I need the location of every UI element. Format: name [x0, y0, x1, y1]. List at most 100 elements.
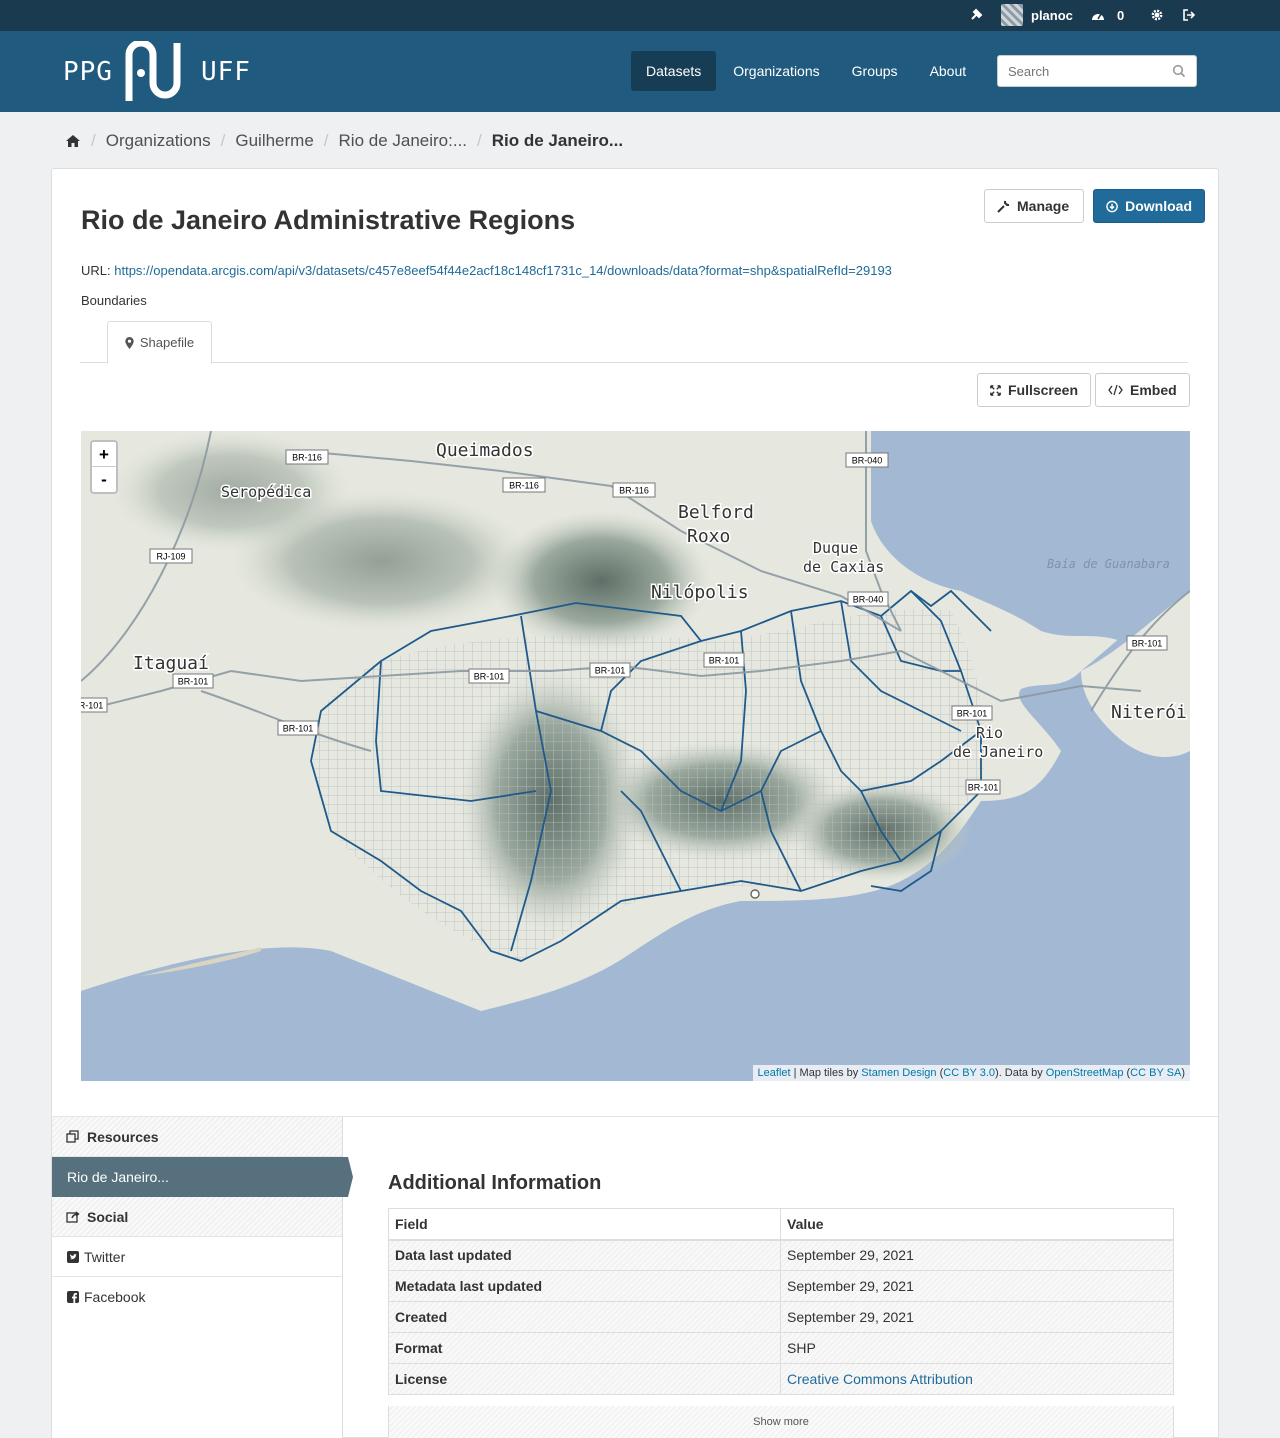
twitter-label: Twitter — [84, 1248, 126, 1265]
attribution-text: ). Data by — [995, 1067, 1046, 1079]
stamen-link[interactable]: Stamen Design — [861, 1067, 936, 1079]
view-tabs: Shapefile — [80, 321, 1188, 364]
breadcrumb-organizations[interactable]: Organizations — [106, 131, 211, 151]
share-icon — [66, 1211, 80, 1223]
label-rio: Rio — [976, 724, 1003, 742]
search-input[interactable] — [998, 56, 1158, 86]
settings-gear-icon[interactable] — [1150, 8, 1164, 22]
field-cell: Data last updated — [388, 1239, 781, 1271]
tab-shapefile[interactable]: Shapefile — [107, 321, 212, 364]
shield-br116-b: BR-116 — [502, 477, 546, 493]
breadcrumb-separator: / — [220, 131, 226, 150]
label-niteroi: Niterói — [1111, 702, 1187, 723]
download-circle-icon — [1106, 200, 1118, 212]
map-view[interactable]: BR-116 BR-116 BR-116 BR-040 RJ-109 BR-04… — [81, 431, 1190, 1081]
sidebar-item-resource[interactable]: Rio de Janeiro... — [52, 1157, 353, 1197]
tab-label: Shapefile — [139, 335, 195, 350]
shield-label: BR-101 — [957, 709, 988, 719]
leaflet-link[interactable]: Leaflet — [758, 1067, 791, 1079]
label-nilopolis: Nilópolis — [651, 582, 749, 603]
shield-label: BR-101 — [1132, 639, 1163, 649]
download-button[interactable]: Download — [1093, 189, 1205, 223]
breadcrumb-organization[interactable]: Guilherme — [235, 131, 313, 151]
shield-label: BR-116 — [619, 486, 649, 496]
shield-br101-b: BR-101 — [589, 662, 631, 678]
shield-label: BR-101 — [709, 656, 740, 666]
shield-label: RJ-109 — [156, 552, 185, 562]
sysadmin-hammer-icon[interactable] — [970, 8, 984, 22]
resource-sidebar: Resources Rio de Janeiro... Social Twitt… — [52, 1117, 353, 1438]
ccby-link[interactable]: CC BY 3.0 — [943, 1067, 995, 1079]
dashboard-count: 0 — [1117, 8, 1125, 23]
shield-br116-a: BR-116 — [285, 449, 329, 465]
user-link[interactable]: planoc — [1001, 4, 1073, 26]
expand-icon — [990, 384, 1001, 396]
label-seropedica: Seropédica — [221, 483, 311, 501]
nav-organizations[interactable]: Organizations — [718, 51, 834, 91]
field-cell: License — [388, 1363, 781, 1395]
username: planoc — [1031, 7, 1073, 23]
home-icon[interactable] — [65, 134, 81, 148]
fullscreen-label: Fullscreen — [1007, 382, 1078, 398]
label-duque: Duque — [813, 539, 858, 557]
nav-datasets[interactable]: Datasets — [631, 51, 717, 91]
map-canvas[interactable]: BR-116 BR-116 BR-116 BR-040 RJ-109 BR-04… — [81, 431, 1190, 1081]
attribution-text: | Map tiles by — [790, 1067, 862, 1079]
resource-url-link[interactable]: https://opendata.arcgis.com/api/v3/datas… — [114, 263, 892, 278]
search-icon[interactable] — [1172, 64, 1186, 78]
shield-br101-a: BR-101 — [1126, 635, 1168, 651]
field-cell: Created — [388, 1301, 781, 1333]
map-marker-icon — [125, 336, 134, 349]
table-header-row: Field Value — [388, 1208, 1174, 1241]
shield-label: BR-101 — [474, 672, 505, 682]
label-queimados: Queimados — [436, 440, 534, 461]
embed-label: Embed — [1130, 382, 1177, 398]
nav-about[interactable]: About — [915, 51, 982, 91]
sidebar-item-twitter[interactable]: Twitter — [52, 1237, 342, 1277]
embed-button[interactable]: Embed — [1095, 373, 1190, 407]
social-heading-label: Social — [87, 1208, 129, 1225]
breadcrumb-dataset[interactable]: Rio de Janeiro:... — [339, 131, 468, 151]
label-itaguai: Itaguaí — [133, 653, 209, 674]
resource-description: Boundaries — [81, 293, 147, 308]
code-icon — [1108, 384, 1123, 396]
zoom-out-button[interactable]: - — [92, 467, 116, 492]
label-roxo: Roxo — [687, 526, 730, 547]
attribution-text: ) — [1181, 1067, 1185, 1079]
manage-button[interactable]: Manage — [984, 189, 1084, 223]
site-logo[interactable]: PPG UFF — [63, 41, 251, 103]
shield-rj109: RJ-109 — [149, 548, 193, 564]
table-row: Data last updated September 29, 2021 — [388, 1239, 1174, 1271]
avatar — [1001, 4, 1023, 26]
zoom-in-button[interactable]: + — [92, 442, 116, 467]
shield-label: BR-101 — [595, 666, 626, 676]
nav-groups[interactable]: Groups — [837, 51, 913, 91]
url-label: URL: — [81, 263, 115, 278]
resources-heading-label: Resources — [87, 1128, 159, 1145]
facebook-label: Facebook — [84, 1289, 146, 1305]
label-de-janeiro: de Janeiro — [953, 743, 1043, 761]
shield-br101-e: BR-101 — [172, 673, 214, 689]
license-link[interactable]: Creative Commons Attribution — [787, 1371, 973, 1387]
dashboard-link[interactable]: 0 — [1091, 8, 1124, 23]
shield-label: BR-101 — [283, 724, 314, 734]
shield-label: BR-101 — [178, 677, 209, 687]
shield-br101-h: BR-101 — [951, 705, 993, 721]
value-cell: September 29, 2021 — [780, 1301, 1174, 1333]
shield-label: BR-101 — [968, 783, 999, 793]
resources-heading: Resources — [52, 1117, 342, 1157]
breadcrumb: / Organizations / Guilherme / Rio de Jan… — [65, 130, 623, 152]
table-row: License Creative Commons Attribution — [388, 1363, 1174, 1395]
landmark-marker — [750, 889, 760, 899]
table-row: Format SHP — [388, 1332, 1174, 1364]
fullscreen-button[interactable]: Fullscreen — [977, 373, 1091, 407]
breadcrumb-current[interactable]: Rio de Janeiro... — [492, 131, 623, 151]
ccbysa-link[interactable]: CC BY SA — [1130, 1067, 1181, 1079]
osm-link[interactable]: OpenStreetMap — [1046, 1067, 1124, 1079]
field-cell: Format — [388, 1332, 781, 1364]
twitter-icon — [67, 1250, 79, 1263]
sidebar-item-facebook[interactable]: Facebook — [52, 1277, 342, 1317]
show-more-button[interactable]: Show more — [388, 1406, 1174, 1438]
logout-icon[interactable] — [1182, 8, 1196, 22]
masthead: PPG UFF Datasets Organizations Groups Ab… — [0, 31, 1280, 112]
